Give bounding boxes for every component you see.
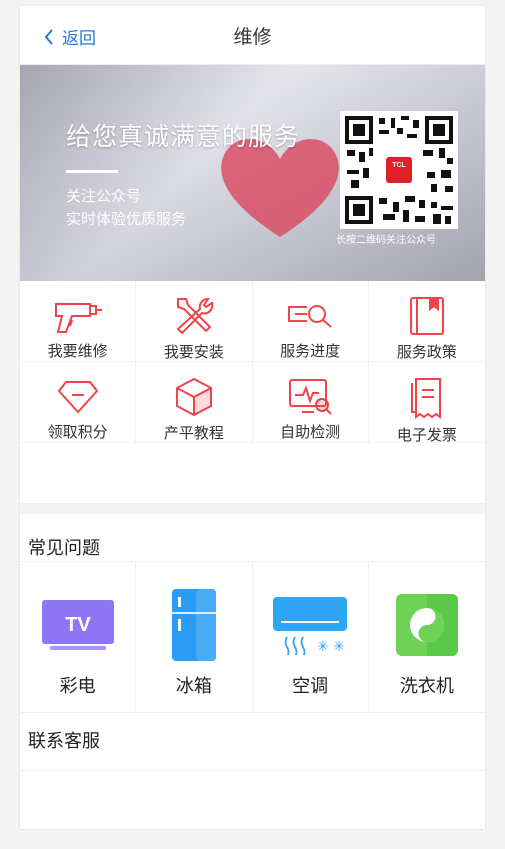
box-icon: [175, 377, 212, 417]
category-tv[interactable]: TV 彩电: [20, 562, 137, 712]
book-icon: [409, 297, 444, 335]
service-label: 产平教程: [163, 424, 224, 442]
grid-spacer: [20, 443, 485, 504]
contact-service-link[interactable]: 联系客服: [20, 713, 485, 771]
service-self-check[interactable]: 自助检测: [252, 362, 369, 443]
tools-icon: [176, 298, 214, 335]
tv-icon: TV: [41, 600, 114, 650]
back-button[interactable]: 返回: [44, 24, 96, 49]
faq-category-grid: TV 彩电 冰箱 ✳ ✳ 空调 洗衣机: [20, 562, 485, 713]
banner-divider: [66, 170, 118, 173]
banner-line-2: 实时体验优质服务: [66, 210, 187, 228]
service-label: 我要安装: [163, 343, 224, 361]
promo-banner: 给您真诚满意的服务 关注公众号 实时体验优质服务 TCL 长按二维码关注公众号: [20, 65, 485, 281]
service-label: 自助检测: [280, 423, 341, 441]
service-tutorial[interactable]: 产平教程: [136, 362, 253, 443]
category-label: 洗衣机: [399, 676, 454, 697]
page-card: 返回 维修 给您真诚满意的服务 关注公众号 实时体验优质服务 TCL 长按二维码…: [20, 6, 485, 829]
service-repair[interactable]: 我要维修: [20, 281, 137, 362]
service-grid: 我要维修 我要安装 服务进度 服务政策 领取积分 产平教程 自助检测 电子发票: [20, 281, 485, 444]
search-progress-icon: [288, 304, 332, 328]
service-label: 我要维修: [47, 342, 108, 360]
faq-section-title: 常见问题: [20, 514, 485, 562]
category-label: 彩电: [59, 676, 96, 697]
category-fridge[interactable]: 冰箱: [136, 562, 253, 712]
fridge-icon: [171, 589, 216, 661]
category-label: 空调: [292, 676, 329, 697]
service-install[interactable]: 我要安装: [136, 281, 253, 362]
air-conditioner-icon: ✳ ✳: [273, 597, 348, 655]
category-label: 冰箱: [175, 676, 212, 697]
qr-code[interactable]: TCL: [340, 111, 458, 229]
invoice-icon: [410, 378, 441, 419]
qr-caption: 长按二维码关注公众号: [336, 235, 436, 246]
service-label: 领取积分: [47, 423, 108, 441]
washer-icon: [395, 594, 458, 656]
service-label: 服务进度: [280, 342, 341, 360]
service-progress[interactable]: 服务进度: [252, 281, 369, 362]
service-points[interactable]: 领取积分: [20, 362, 137, 443]
section-gap: [20, 504, 485, 514]
service-invoice[interactable]: 电子发票: [368, 362, 485, 444]
chevron-left-icon: [44, 28, 53, 45]
diamond-icon: [57, 380, 98, 413]
category-air-conditioner[interactable]: ✳ ✳ 空调: [253, 562, 369, 712]
banner-line-1: 关注公众号: [66, 187, 142, 205]
svg-text:TV: TV: [65, 614, 91, 636]
svg-text:✳ ✳: ✳ ✳: [317, 639, 345, 655]
back-label: 返回: [62, 29, 96, 49]
banner-slogan: 给您真诚满意的服务: [66, 122, 301, 151]
top-navigation-bar: 返回 维修: [20, 6, 485, 65]
drill-icon: [54, 302, 102, 333]
monitor-check-icon: [289, 378, 332, 415]
service-policy[interactable]: 服务政策: [368, 281, 485, 362]
service-label: 电子发票: [396, 426, 457, 444]
qr-logo: TCL: [392, 162, 406, 169]
category-washer[interactable]: 洗衣机: [369, 562, 485, 712]
service-label: 服务政策: [396, 343, 457, 361]
